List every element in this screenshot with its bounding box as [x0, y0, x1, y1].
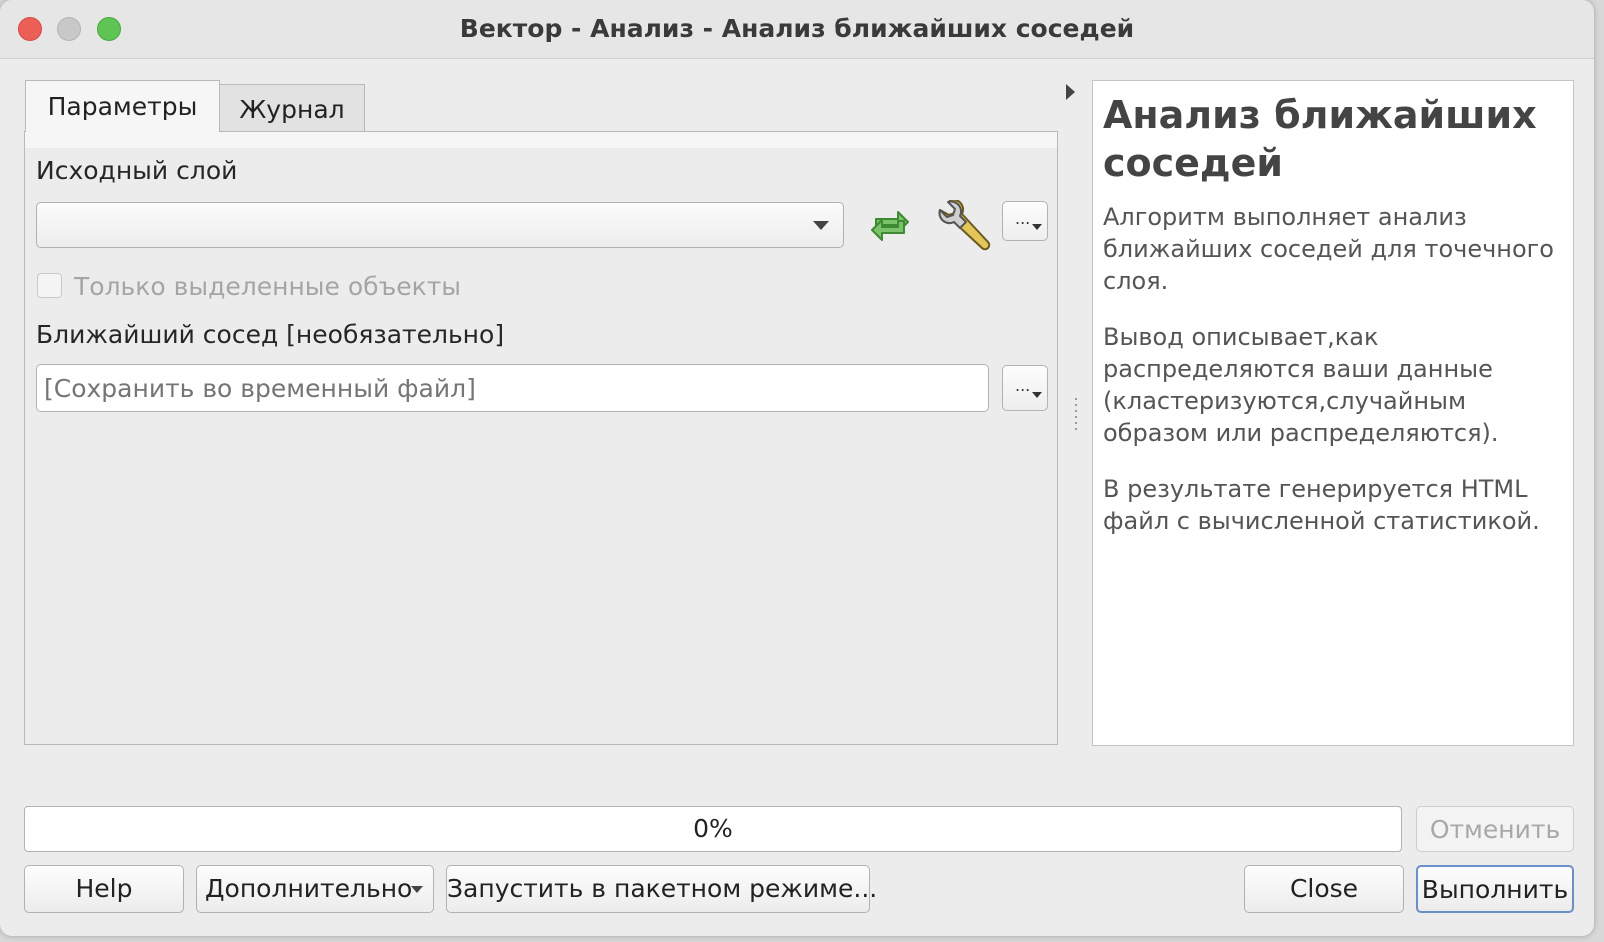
help-paragraph: Вывод описывает,как распределяются ваши …	[1103, 323, 1499, 447]
dots-label: ...	[1015, 376, 1031, 395]
window-title: Вектор - Анализ - Анализ ближайших сосед…	[459, 14, 1135, 43]
input-layer-label: Исходный слой	[36, 156, 238, 185]
help-panel: Анализ ближайших соседей Алгоритм выполн…	[1092, 80, 1574, 746]
help-button[interactable]: Help	[24, 865, 184, 913]
output-file-input[interactable]	[36, 364, 989, 412]
output-options-button[interactable]: ...	[1002, 365, 1048, 411]
run-button[interactable]: Выполнить	[1416, 865, 1574, 913]
tab-log[interactable]: Журнал	[219, 84, 365, 132]
input-layer-combobox[interactable]	[36, 202, 844, 248]
splitter-handle[interactable]	[1075, 398, 1077, 434]
input-layer-options-button[interactable]: ...	[1002, 201, 1048, 241]
chevron-down-icon	[411, 886, 423, 893]
chevron-down-icon	[813, 221, 829, 230]
title-bar: Вектор - Анализ - Анализ ближайших сосед…	[0, 0, 1594, 59]
help-title: Анализ ближайших соседей	[1103, 93, 1537, 185]
selected-only-label: Только выделенные объекты	[74, 272, 462, 301]
advanced-button-label: Дополнительно	[205, 874, 413, 903]
caret-down-icon	[1032, 392, 1042, 398]
output-label: Ближайший сосед [необязательно]	[36, 320, 505, 349]
help-paragraph: Алгоритм выполняет анализ ближайших сосе…	[1103, 203, 1554, 295]
progress-text: 0%	[693, 814, 733, 843]
cancel-button[interactable]: Отменить	[1416, 806, 1574, 852]
dialog-window: Вектор - Анализ - Анализ ближайших сосед…	[0, 0, 1594, 936]
selected-only-checkbox[interactable]	[37, 273, 62, 298]
iterate-icon[interactable]	[866, 203, 914, 253]
caret-down-icon	[1032, 224, 1042, 230]
batch-mode-button[interactable]: Запустить в пакетном режиме...	[446, 865, 877, 913]
dots-label: ...	[1015, 209, 1031, 228]
advanced-button[interactable]: Дополнительно	[196, 865, 434, 913]
collapse-help-arrow-icon[interactable]	[1066, 84, 1075, 100]
tab-parameters[interactable]: Параметры	[25, 80, 220, 132]
close-button[interactable]: Close	[1244, 865, 1404, 913]
help-paragraph: В результате генерируется HTML файл с вы…	[1103, 475, 1540, 535]
progress-bar: 0%	[24, 806, 1402, 852]
wrench-icon[interactable]	[936, 198, 992, 260]
